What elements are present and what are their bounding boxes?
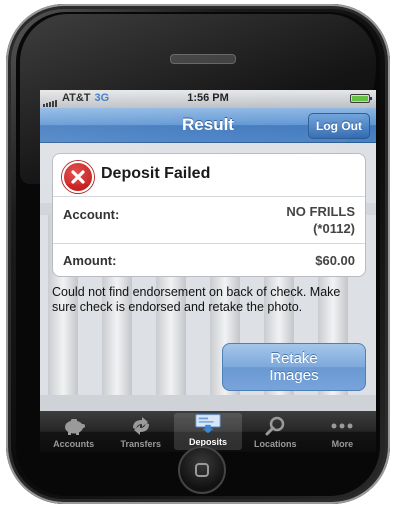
tab-label-transfers: Transfers: [120, 439, 162, 449]
account-number: (*0112): [313, 221, 355, 236]
battery-icon: [350, 94, 372, 103]
error-message: Could not find endorsement on back of ch…: [52, 285, 341, 314]
more-dots-icon: [329, 415, 355, 437]
tab-transfers[interactable]: Transfers: [107, 411, 174, 452]
amount-label: Amount:: [63, 253, 117, 268]
result-card: Deposit Failed Account: NO FRILLS (*0112…: [52, 153, 366, 277]
error-x-icon: [62, 161, 94, 193]
tab-accounts[interactable]: Accounts: [40, 411, 107, 452]
transfer-arrows-icon: [128, 415, 154, 437]
account-name: NO FRILLS: [286, 204, 355, 219]
deposit-status-title: Deposit Failed: [101, 165, 211, 182]
account-row: Account: NO FRILLS (*0112): [53, 197, 365, 244]
home-button[interactable]: [178, 446, 226, 494]
piggy-bank-icon: [61, 415, 87, 437]
status-time: 1:56 PM: [187, 92, 229, 104]
navigation-bar: Result Log Out: [40, 108, 376, 143]
tab-more[interactable]: More: [309, 411, 376, 452]
result-card-header: Deposit Failed: [53, 154, 365, 197]
logout-button[interactable]: Log Out: [308, 113, 370, 139]
tab-label-accounts: Accounts: [53, 439, 95, 449]
home-square-icon: [195, 463, 209, 477]
tab-label-locations: Locations: [253, 439, 297, 449]
amount-value: $60.00: [315, 253, 355, 268]
retake-button-line1: Retake: [270, 350, 318, 367]
magnifier-icon: [262, 415, 288, 437]
tab-label-deposits: Deposits: [189, 437, 228, 447]
account-label: Account:: [63, 207, 120, 222]
earpiece-speaker: [170, 54, 236, 64]
retake-images-button[interactable]: Retake Images: [222, 343, 366, 391]
tab-deposits[interactable]: Deposits: [174, 413, 242, 450]
retake-button-line2: Images: [269, 367, 319, 384]
tab-locations[interactable]: Locations: [242, 411, 309, 452]
phone-screen: AT&T 3G 1:56 PM Result Log Out Deposit F…: [40, 90, 376, 452]
deposit-check-icon: [195, 413, 221, 435]
content-area: Deposit Failed Account: NO FRILLS (*0112…: [40, 143, 376, 411]
tab-label-more: More: [331, 439, 354, 449]
status-bar: AT&T 3G 1:56 PM: [40, 90, 376, 108]
phone-frame: AT&T 3G 1:56 PM Result Log Out Deposit F…: [6, 4, 390, 504]
amount-row: Amount: $60.00: [53, 244, 365, 276]
